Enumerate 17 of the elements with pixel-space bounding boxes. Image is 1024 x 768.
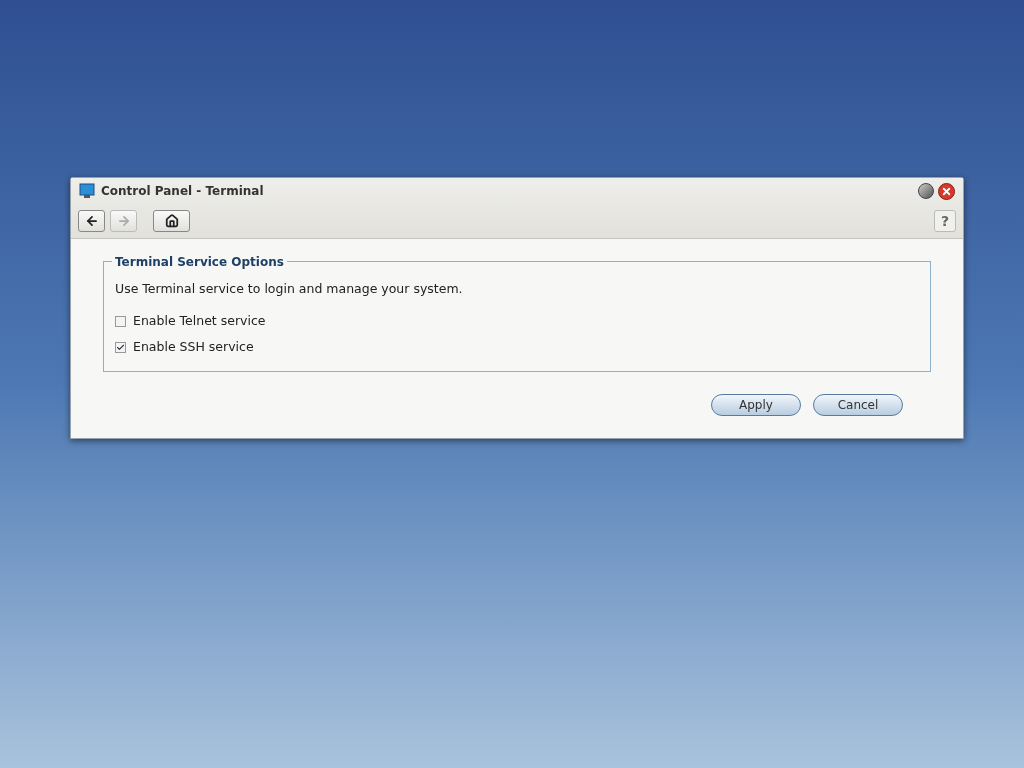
help-button[interactable]: ? (934, 210, 956, 232)
close-button[interactable] (938, 182, 955, 200)
home-button[interactable] (153, 210, 190, 232)
checkbox[interactable] (115, 342, 126, 354)
description-text: Use Terminal service to login and manage your system. (115, 280, 464, 298)
back-button[interactable] (78, 210, 105, 232)
monitor-icon (79, 183, 95, 199)
checkbox-label: Enable Telnet service (133, 312, 266, 331)
dialog-button[interactable]: Apply (711, 393, 801, 416)
group-legend: Terminal Service Options (112, 254, 287, 270)
house-icon (164, 214, 179, 228)
minimize-button[interactable] (918, 183, 934, 199)
window-title: Control Panel - Terminal (101, 183, 264, 200)
close-icon (941, 185, 952, 197)
checkbox-label: Enable SSH service (133, 338, 254, 357)
dialog-button[interactable]: Cancel (813, 393, 903, 416)
checkbox[interactable] (115, 316, 126, 328)
